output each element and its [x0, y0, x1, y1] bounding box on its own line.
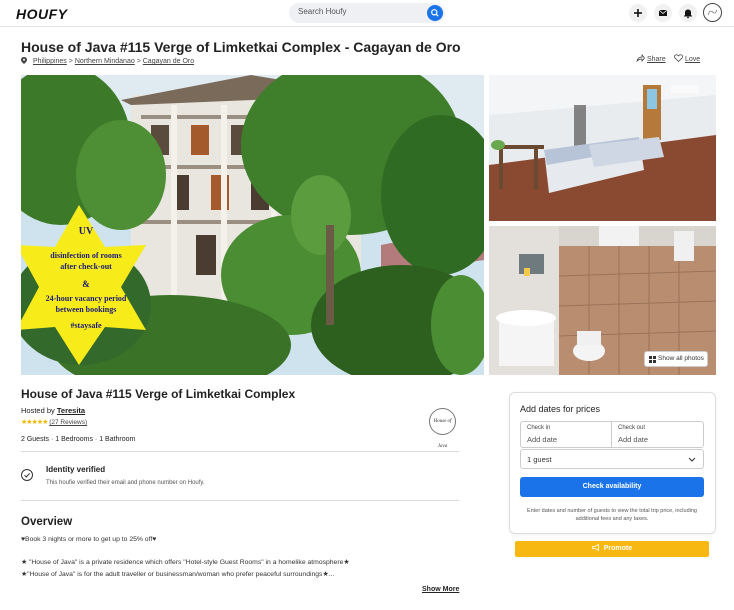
description-line: ♥Book 3 nights or more to get up to 25% … — [21, 536, 157, 543]
badge-line: disinfection of rooms — [50, 251, 122, 260]
breadcrumb: Philippines > Northern Mindanao > Cagaya… — [21, 57, 194, 65]
property-facts: 2 Guests · 1 Bedrooms · 1 Bathroom — [21, 436, 136, 443]
booking-card-title: Add dates for prices — [520, 404, 601, 414]
badge-line: 24-hour vacancy period — [45, 294, 127, 303]
search-input[interactable]: Search Houfy — [298, 7, 346, 16]
verified-check-icon — [21, 469, 33, 481]
check-out-label: Check out — [618, 425, 646, 431]
notifications-button[interactable] — [679, 4, 697, 22]
add-button[interactable] — [629, 4, 647, 22]
description-line: ★"House of Java" is for the adult travel… — [21, 571, 335, 578]
search-bar[interactable]: Search Houfy — [289, 3, 445, 23]
promote-button[interactable]: Promote — [515, 541, 709, 557]
divider — [21, 451, 459, 452]
check-availability-button[interactable]: Check availability — [520, 477, 704, 497]
messages-button[interactable] — [654, 4, 672, 22]
check-in-input[interactable]: Add date — [527, 435, 557, 444]
mail-icon — [658, 9, 668, 16]
breadcrumb-country[interactable]: Philippines — [33, 58, 67, 65]
share-button[interactable]: Share — [636, 54, 666, 63]
bedroom-photo[interactable] — [489, 75, 716, 221]
location-pin-icon — [21, 57, 27, 64]
divider — [21, 500, 459, 501]
uv-disinfection-badge: UV disinfection of rooms after check-out… — [21, 205, 171, 365]
houfy-logo[interactable]: HOUFY — [16, 6, 68, 22]
promote-label: Promote — [603, 545, 633, 552]
check-out-field[interactable]: Check out Add date — [611, 421, 704, 448]
chevron-down-icon — [688, 457, 696, 462]
listing-heading: House of Java #115 Verge of Limketkai Co… — [21, 387, 296, 401]
share-label: Share — [646, 56, 666, 63]
bedroom-image — [489, 75, 716, 221]
check-in-field[interactable]: Check in Add date — [520, 421, 612, 448]
heart-icon — [674, 54, 683, 62]
breadcrumb-region[interactable]: Northern Mindanao — [75, 58, 135, 65]
hosted-by-label: Hosted by — [21, 406, 55, 415]
share-icon — [636, 54, 645, 63]
breadcrumb-separator: > — [136, 58, 141, 65]
badge-line: between bookings — [55, 305, 117, 314]
show-all-photos-button[interactable]: Show all photos — [644, 351, 708, 367]
grid-icon — [649, 356, 656, 363]
reviews-link[interactable]: (27 Reviews) — [49, 419, 87, 426]
breadcrumb-city[interactable]: Cagayan de Oro — [143, 58, 194, 65]
megaphone-icon — [591, 543, 599, 552]
guests-select[interactable]: 1 guest — [520, 449, 704, 469]
main-listing-photo[interactable]: UV disinfection of rooms after check-out… — [21, 75, 484, 375]
top-navbar: HOUFY Search Houfy — [0, 0, 734, 27]
host-avatar[interactable]: House of Java — [429, 408, 456, 449]
love-button[interactable]: Love — [674, 54, 700, 63]
description-line: ★ "House of Java" is a private residence… — [21, 559, 350, 566]
booking-card: Add dates for prices Check in Add date C… — [509, 392, 716, 534]
hosted-by: Hosted by Teresita — [21, 406, 85, 415]
show-more-link[interactable]: Show More — [422, 586, 459, 593]
love-label: Love — [684, 56, 701, 63]
identity-verified-title: Identity verified — [46, 465, 106, 474]
badge-line: UV — [78, 226, 94, 237]
search-button[interactable] — [427, 5, 443, 21]
host-name-link[interactable]: Teresita — [57, 406, 85, 415]
user-avatar[interactable] — [703, 3, 722, 22]
avatar-icon — [707, 9, 718, 16]
guests-value: 1 guest — [527, 455, 552, 464]
search-icon — [431, 9, 439, 17]
rating: ★★★★★ (27 Reviews) — [21, 418, 87, 426]
badge-line: #staysafe — [70, 321, 102, 330]
overview-title: Overview — [21, 516, 73, 528]
badge-line: after check-out — [60, 262, 112, 271]
check-in-label: Check in — [527, 425, 551, 431]
bell-icon — [684, 9, 692, 19]
listing-title: House of Java #115 Verge of Limketkai Co… — [21, 39, 461, 55]
plus-icon — [634, 9, 642, 17]
badge-line: & — [82, 279, 90, 289]
identity-verified-text: This houfie verified their email and pho… — [46, 480, 205, 486]
breadcrumb-separator: > — [68, 58, 73, 65]
star-rating-icon: ★★★★★ — [21, 419, 48, 426]
booking-note: Enter dates and number of guests to view… — [527, 508, 697, 522]
check-out-input[interactable]: Add date — [618, 435, 648, 444]
show-all-photos-label: Show all photos — [658, 355, 704, 362]
